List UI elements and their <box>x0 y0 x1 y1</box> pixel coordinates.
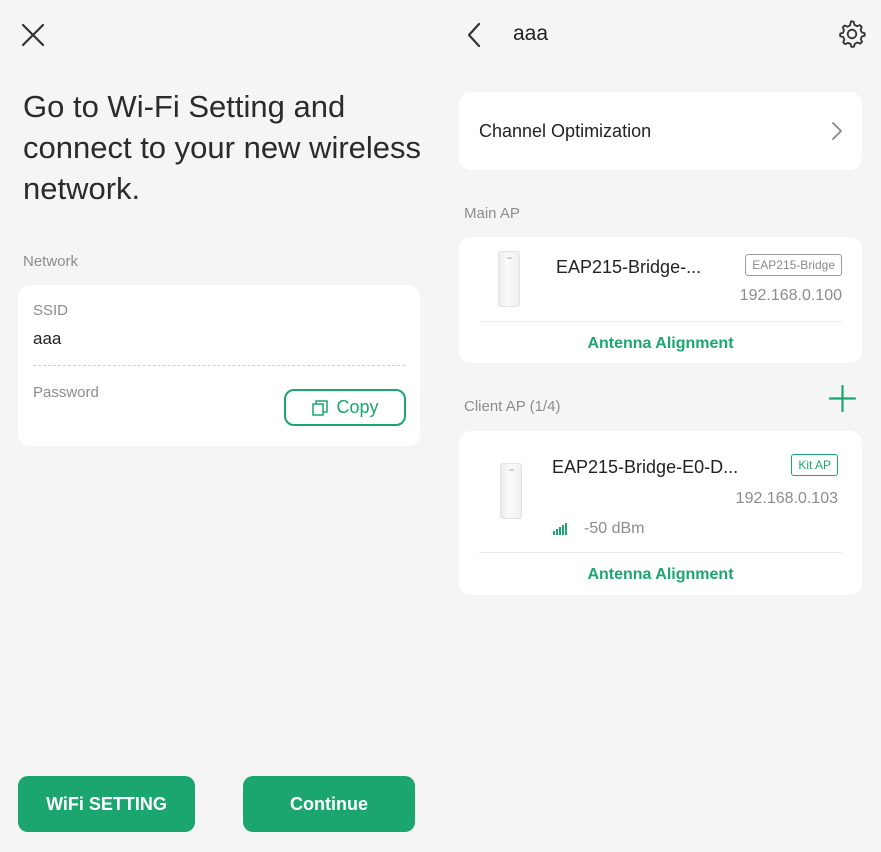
settings-button[interactable] <box>836 18 868 50</box>
page-title: aaa <box>513 22 549 45</box>
card-divider <box>479 321 842 322</box>
wifi-setting-button[interactable]: WiFi SETTING <box>18 776 195 832</box>
continue-button[interactable]: Continue <box>243 776 415 832</box>
field-divider <box>33 365 405 366</box>
client-ap-ip: 192.168.0.103 <box>735 490 838 507</box>
client-ap-signal: -50 dBm <box>584 520 645 537</box>
ssid-value: aaa <box>33 329 62 348</box>
network-section-label: Network <box>23 253 79 270</box>
signal-icon <box>553 523 567 535</box>
main-ap-antenna-alignment-link[interactable]: Antenna Alignment <box>459 335 862 353</box>
card-divider <box>479 552 842 553</box>
main-ap-ip: 192.168.0.100 <box>739 287 842 304</box>
back-button[interactable] <box>462 20 488 50</box>
back-icon <box>467 22 481 48</box>
main-ap-name: EAP215-Bridge-... <box>556 257 702 277</box>
gear-icon <box>839 20 866 48</box>
device-image <box>500 463 522 519</box>
main-ap-section-label: Main AP <box>464 205 520 222</box>
add-client-ap-button[interactable] <box>827 383 858 414</box>
plus-icon <box>828 384 857 413</box>
copy-button[interactable]: Copy <box>284 389 406 426</box>
client-ap-section-label: Client AP (1/4) <box>464 398 561 415</box>
device-image <box>498 251 520 307</box>
client-ap-tag: Kit AP <box>791 454 838 476</box>
client-ap-card[interactable]: EAP215-Bridge-E0-D... Kit AP 192.168.0.1… <box>459 431 862 595</box>
channel-optimization-label: Channel Optimization <box>479 121 652 141</box>
ssid-label: SSID <box>33 302 69 319</box>
main-ap-tag: EAP215-Bridge <box>745 254 842 276</box>
copy-button-label: Copy <box>336 397 379 417</box>
channel-optimization-row[interactable]: Channel Optimization <box>459 92 862 170</box>
network-card: SSID aaa Password Copy <box>18 285 420 446</box>
password-label: Password <box>33 384 99 401</box>
client-ap-antenna-alignment-link[interactable]: Antenna Alignment <box>459 566 862 584</box>
chevron-right-icon <box>832 122 842 140</box>
copy-icon <box>312 399 329 416</box>
main-ap-card[interactable]: EAP215-Bridge-... EAP215-Bridge 192.168.… <box>459 237 862 363</box>
close-icon <box>21 23 45 47</box>
client-ap-name: EAP215-Bridge-E0-D... <box>552 457 739 477</box>
page-heading: Go to Wi-Fi Setting and connect to your … <box>23 89 422 206</box>
close-button[interactable] <box>18 20 48 50</box>
